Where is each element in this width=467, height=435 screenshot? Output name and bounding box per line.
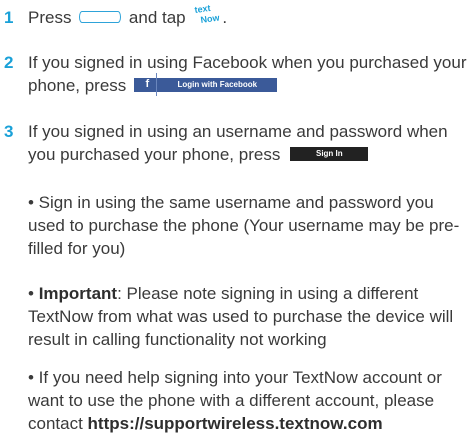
step-2-text: If you signed in using Facebook when you… bbox=[28, 51, 467, 97]
step-1-text: Press and tap text Now . bbox=[28, 4, 467, 30]
bullet-same-credentials: • Sign in using the same username and pa… bbox=[28, 193, 460, 258]
bullet-important: • Important: Please note signing in usin… bbox=[28, 282, 467, 351]
facebook-button-label: Login with Facebook bbox=[177, 80, 258, 90]
bullet-marker: • bbox=[28, 284, 39, 303]
step-number: 1 bbox=[4, 8, 14, 27]
step-number: 3 bbox=[4, 122, 14, 141]
step-number: 2 bbox=[4, 53, 14, 72]
home-button-icon bbox=[79, 10, 122, 23]
step-1-middle: and tap bbox=[124, 8, 191, 27]
sign-in-button[interactable]: Sign In bbox=[290, 146, 369, 161]
support-link[interactable]: https://supportwireless.textnow.com bbox=[88, 414, 383, 433]
login-with-facebook-button[interactable]: f Login with Facebook bbox=[134, 73, 278, 97]
bullet-help: • If you need help signing into your Tex… bbox=[28, 366, 467, 435]
important-label: Important bbox=[38, 284, 118, 303]
step-1-before: Press bbox=[28, 8, 77, 27]
step-3-instructions: If you signed in using an username and p… bbox=[28, 122, 448, 164]
textnow-app-icon: text Now bbox=[194, 4, 221, 25]
step-1-end: . bbox=[222, 8, 228, 27]
step-3-text: If you signed in using an username and p… bbox=[28, 120, 467, 166]
facebook-icon: f bbox=[138, 73, 158, 97]
svg-text:Now: Now bbox=[200, 12, 221, 25]
